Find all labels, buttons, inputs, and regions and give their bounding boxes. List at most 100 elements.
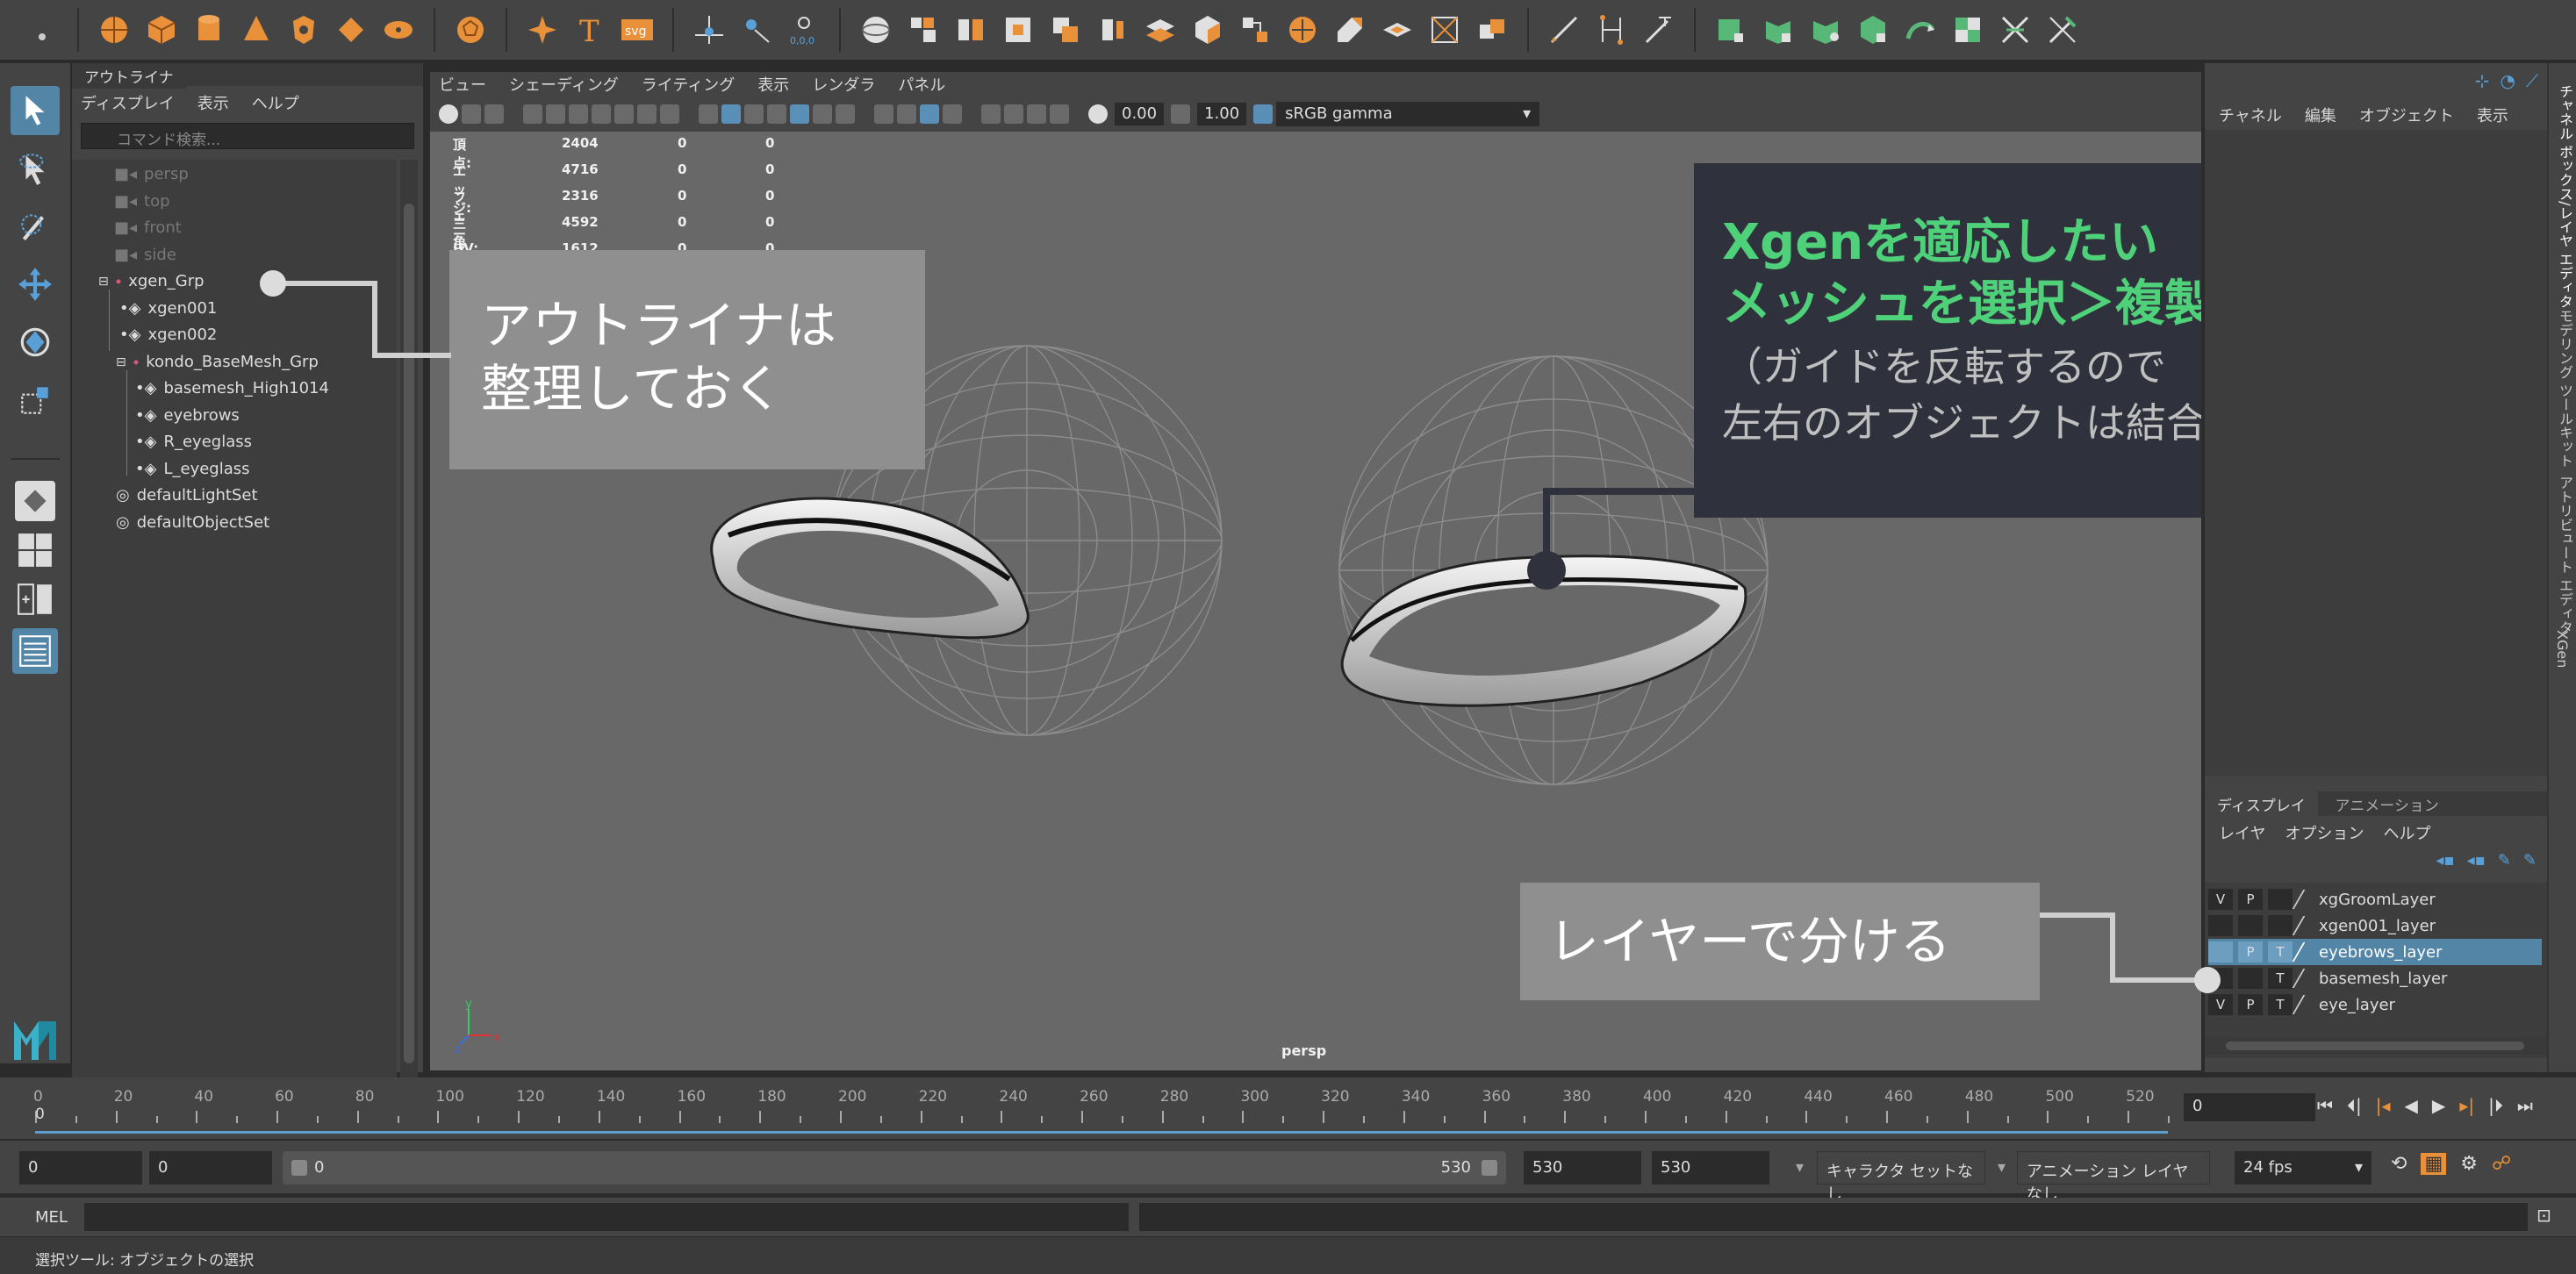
exposure-icon[interactable]	[1088, 104, 1108, 124]
range-slider[interactable]: 0 530	[283, 1151, 1506, 1185]
extract-icon[interactable]	[999, 11, 1037, 49]
tab-outliner[interactable]: アウトライナ	[72, 63, 186, 89]
target-weld-icon[interactable]	[1378, 11, 1417, 49]
sparkle-icon[interactable]	[523, 11, 562, 49]
time-ruler[interactable]: 0 20 40 60 80 100 120 140 160 180 200 220 240 260 280 3…	[33, 1077, 2170, 1139]
run-icon[interactable]: ☍	[2492, 1153, 2511, 1175]
mirror-icon[interactable]	[1141, 11, 1180, 49]
motion-blur-icon[interactable]	[897, 104, 916, 124]
grid-icon[interactable]	[523, 104, 542, 124]
booleans-icon[interactable]	[1046, 11, 1085, 49]
multi-cut-icon[interactable]	[1425, 11, 1464, 49]
menu-layers[interactable]: レイヤ	[2219, 821, 2265, 844]
go-to-end-icon[interactable]: ⏭	[2517, 1095, 2533, 1116]
menu-show[interactable]: 表示	[2477, 104, 2508, 126]
transform-icon[interactable]: ⊹	[2475, 70, 2490, 91]
distance-icon[interactable]: 0,0,0	[785, 11, 823, 49]
shelf-settings-icon[interactable]	[23, 11, 61, 49]
tab-display-layers[interactable]: ディスプレイ	[2205, 791, 2318, 817]
svg-icon[interactable]: svg	[618, 11, 657, 49]
rotate-tool-icon[interactable]	[11, 318, 60, 367]
unfold-icon[interactable]	[1901, 11, 1940, 49]
layer-row[interactable]: T basemesh_layer	[2208, 965, 2542, 991]
tree-item-defaultlightset[interactable]: ◎ defaultLightSet	[116, 486, 258, 505]
wireframe-icon[interactable]	[699, 104, 718, 124]
single-view-icon[interactable]	[15, 481, 55, 521]
tree-item-r-eyeglass[interactable]: •◈ R_eyeglass	[135, 433, 252, 451]
bevel-icon[interactable]	[1331, 11, 1369, 49]
menu-object[interactable]: オブジェクト	[2359, 104, 2454, 126]
cylinder-icon[interactable]	[190, 11, 228, 49]
menu-show[interactable]: 表示	[757, 73, 789, 96]
side-tab-channel-box[interactable]: チャネル ボックス/レイヤ エディタ	[2554, 84, 2575, 309]
step-forward-frame-icon[interactable]: ▸|	[2459, 1095, 2474, 1116]
paint-icon[interactable]	[2043, 11, 2082, 49]
auto-key-icon[interactable]: ▦	[2421, 1153, 2447, 1175]
wireframe-on-shaded-icon[interactable]	[744, 104, 764, 124]
layer-type-toggle[interactable]: T	[2268, 994, 2293, 1015]
sphere-wire-icon[interactable]	[857, 11, 895, 49]
lights-icon[interactable]	[813, 104, 832, 124]
fps-select[interactable]: 24 fps ▾	[2235, 1151, 2371, 1185]
collapse-icon[interactable]: ⊟	[98, 275, 109, 289]
edge-loop-icon[interactable]	[1545, 11, 1583, 49]
smooth-shade-icon[interactable]	[721, 104, 741, 124]
move-layer-up-icon[interactable]: ◂▪	[2436, 851, 2454, 870]
anim-layer-select[interactable]: アニメーション レイヤなし	[2017, 1151, 2210, 1204]
menu-shading[interactable]: シェーディング	[509, 73, 619, 96]
curve-icon[interactable]	[1473, 11, 1511, 49]
play-forward-icon[interactable]: ▶	[2432, 1095, 2445, 1116]
range-end-handle[interactable]	[1482, 1160, 1497, 1176]
layer-color-swatch[interactable]	[2292, 890, 2320, 909]
menu-edit[interactable]: 編集	[2305, 104, 2336, 126]
layer-type-toggle[interactable]: T	[2268, 941, 2293, 963]
tree-item-basemesh[interactable]: •◈ basemesh_High1014	[135, 379, 329, 397]
color-management-icon[interactable]	[1253, 104, 1274, 124]
cvs-icon[interactable]	[1759, 11, 1797, 49]
play-backward-icon[interactable]: ◀	[2405, 1095, 2418, 1116]
scroll-thumb[interactable]	[2226, 1041, 2524, 1050]
layer-hscroll[interactable]	[2205, 1037, 2547, 1055]
range-start-handle[interactable]	[291, 1160, 307, 1176]
gamma-icon[interactable]	[1171, 104, 1191, 124]
tree-item-front[interactable]: ■◂ front	[114, 218, 182, 237]
fill-hole-icon[interactable]	[1283, 11, 1322, 49]
bookmark-icon[interactable]	[462, 104, 481, 124]
layer-type-toggle[interactable]: T	[2268, 968, 2293, 989]
move-layer-down-icon[interactable]: ◂▪	[2467, 851, 2486, 870]
menu-help[interactable]: ヘルプ	[252, 91, 299, 114]
outliner-search-input[interactable]: コマンド検索...	[81, 123, 414, 149]
gamma-field[interactable]: 1.00	[1197, 103, 1247, 125]
bridge-icon[interactable]	[1236, 11, 1274, 49]
tree-item-xgen001[interactable]: •◈ xgen001	[119, 299, 217, 318]
go-to-start-icon[interactable]: ⏮	[2317, 1095, 2333, 1116]
character-set-select[interactable]: キャラクタ セットなし	[1817, 1151, 1985, 1204]
ruler-icon[interactable]	[1711, 11, 1750, 49]
layer-visibility-toggle[interactable]: V	[2208, 994, 2233, 1015]
xray-components-icon[interactable]	[1050, 104, 1069, 124]
cube-icon[interactable]	[142, 11, 181, 49]
side-tab-xgen[interactable]: XGen	[2554, 630, 2571, 668]
xray-joints-icon[interactable]	[1004, 104, 1023, 124]
mel-input[interactable]	[84, 1203, 1129, 1231]
xray-active-icon[interactable]	[1027, 104, 1046, 124]
soccerball-icon[interactable]	[451, 11, 490, 49]
scene-end-field[interactable]: 530	[1652, 1151, 1769, 1185]
measure-icon[interactable]	[737, 11, 776, 49]
gate-mask-icon[interactable]	[592, 104, 611, 124]
tree-item-xgen002[interactable]: •◈ xgen002	[119, 326, 217, 344]
tree-item-l-eyeglass[interactable]: •◈ L_eyeglass	[135, 460, 250, 478]
scene-start-field[interactable]: 0	[19, 1151, 142, 1185]
depth-of-field-icon[interactable]	[943, 104, 962, 124]
paint-select-icon[interactable]	[11, 202, 60, 251]
layer-row[interactable]: xgen001_layer	[2208, 913, 2542, 939]
tree-item-defaultobjectset[interactable]: ◎ defaultObjectSet	[116, 513, 269, 532]
safe-action-icon[interactable]	[637, 104, 657, 124]
menu-lighting[interactable]: ライティング	[642, 73, 735, 96]
disc-icon[interactable]	[379, 11, 418, 49]
persp-outliner-icon[interactable]	[15, 579, 55, 619]
new-layer-selected-icon[interactable]: ✎	[2523, 851, 2537, 870]
mel-label[interactable]: MEL	[35, 1208, 68, 1227]
color-space-select[interactable]: sRGB gamma ▾	[1276, 102, 1540, 126]
cone-icon[interactable]	[237, 11, 276, 49]
